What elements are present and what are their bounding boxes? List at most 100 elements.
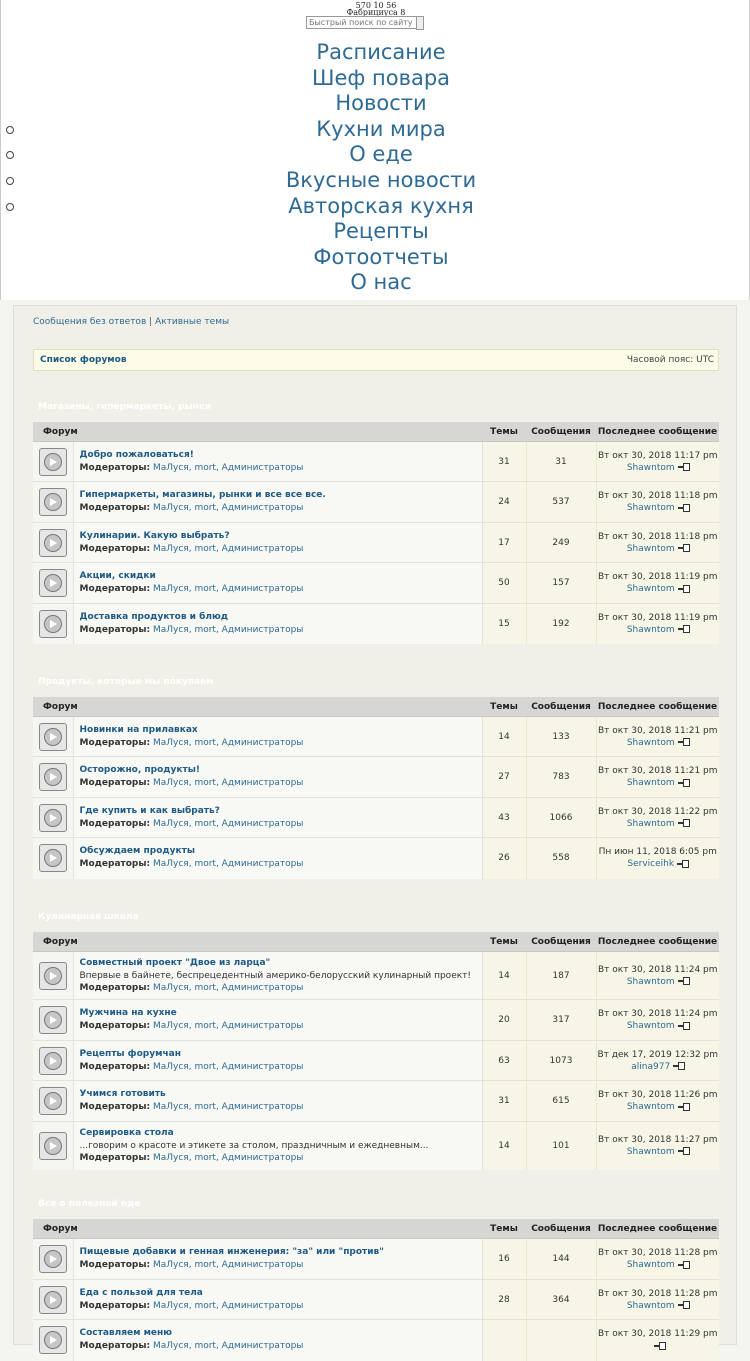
category-title[interactable]: Магазины, гипермаркеты, рынки [38, 402, 211, 412]
moderator-links[interactable]: МаЛуся, mort, Администраторы [153, 625, 303, 635]
moderators-label: Модераторы: [79, 982, 151, 993]
last-post-author[interactable]: Shawntom [627, 1021, 675, 1031]
nav-item[interactable]: Авторская кухня [1, 194, 750, 220]
site-search-button[interactable] [416, 16, 424, 30]
forum-link[interactable]: Акции, скидки [80, 570, 482, 583]
view-latest-post-icon[interactable] [677, 977, 690, 985]
view-latest-post-icon[interactable] [677, 544, 690, 552]
col-last-post: Последнее сообщение [596, 1219, 719, 1239]
moderator-links[interactable]: МаЛуся, mort, Администраторы [153, 544, 303, 554]
last-post-author[interactable]: Shawntom [627, 584, 675, 594]
last-post-author[interactable]: Shawntom [627, 463, 675, 473]
forum-list-link[interactable]: Список форумов [40, 355, 127, 365]
forum-link[interactable]: Сервировка стола [80, 1127, 482, 1140]
view-latest-post-icon[interactable] [677, 819, 690, 827]
moderator-links[interactable]: МаЛуся, mort, Администраторы [153, 1021, 303, 1031]
view-latest-post-icon[interactable] [677, 1102, 690, 1111]
forum-link[interactable]: Учимся готовить [80, 1088, 482, 1101]
category-title[interactable]: Кулинарная школа [38, 912, 139, 922]
last-post-author[interactable]: Shawntom [627, 1260, 675, 1270]
view-latest-post-icon[interactable] [653, 1341, 666, 1350]
moderator-links[interactable]: МаЛуся, mort, Администраторы [153, 1062, 303, 1072]
nav-item[interactable]: Шеф повара [1, 66, 750, 92]
forum-link[interactable]: Кулинарии. Какую выбрать? [80, 530, 482, 543]
last-post-author[interactable]: Serviceihk [627, 859, 674, 869]
view-latest-post-icon[interactable] [673, 1062, 686, 1070]
nav-item[interactable]: Расписание [1, 40, 750, 66]
moderator-links[interactable]: МаЛуся, mort, Администраторы [153, 819, 303, 829]
last-post-author[interactable]: Shawntom [627, 977, 675, 987]
moderator-links[interactable]: МаЛуся, mort, Администраторы [153, 1102, 303, 1112]
moderator-links[interactable]: МаЛуся, mort, Администраторы [153, 778, 303, 788]
topics-count: 17 [482, 522, 527, 563]
moderator-links[interactable]: МаЛуся, mort, Администраторы [153, 1301, 303, 1311]
nav-item[interactable]: Вкусные новости [1, 168, 750, 194]
moderators-label: Модераторы: [79, 1341, 151, 1352]
nav-item[interactable]: О нас [1, 270, 750, 296]
nav-item[interactable]: Рецепты [1, 219, 750, 245]
forum-status-icon [38, 803, 67, 832]
topics-count: 14 [482, 1121, 527, 1170]
moderator-links[interactable]: МаЛуся, mort, Администраторы [153, 503, 303, 513]
view-latest-post-icon[interactable] [677, 625, 690, 634]
moderator-links[interactable]: МаЛуся, mort, Администраторы [153, 463, 303, 473]
moderators-label: Модераторы: [79, 624, 151, 635]
moderator-links[interactable]: МаЛуся, mort, Администраторы [153, 859, 303, 869]
forum-link[interactable]: Рецепты форумчан [80, 1048, 482, 1061]
view-latest-post-icon[interactable] [677, 1260, 690, 1269]
forum-link[interactable]: Составляем меню [80, 1327, 482, 1340]
col-topics: Темы [482, 932, 526, 952]
forum-status-icon [38, 844, 67, 873]
forum-link[interactable]: Совместный проект "Двое из ларца" [80, 957, 482, 970]
last-post-author[interactable]: Shawntom [627, 778, 675, 788]
category-title[interactable]: Продукты, которые мы покупаем [38, 677, 214, 687]
view-latest-post-icon[interactable] [677, 584, 690, 593]
view-latest-post-icon[interactable] [677, 503, 690, 512]
forum-link[interactable]: Доставка продуктов и блюд [80, 611, 482, 624]
moderator-links[interactable]: МаЛуся, mort, Администраторы [153, 738, 303, 748]
last-post-author[interactable]: Shawntom [627, 503, 675, 513]
view-latest-post-icon[interactable] [677, 859, 690, 868]
view-latest-post-icon[interactable] [677, 1301, 690, 1309]
forum-link[interactable]: Осторожно, продукты! [80, 764, 482, 777]
forum-link[interactable]: Добро пожаловаться! [80, 449, 482, 462]
last-post-author[interactable]: Shawntom [627, 738, 675, 748]
view-latest-post-icon[interactable] [677, 463, 690, 471]
site-search-input[interactable] [306, 16, 420, 29]
topics-count: 14 [482, 716, 527, 757]
view-latest-post-icon[interactable] [677, 1147, 690, 1156]
last-post-author[interactable]: Shawntom [627, 625, 675, 635]
forum-link[interactable]: Пищевые добавки и генная инженерия: "за"… [80, 1246, 482, 1259]
active-topics-link[interactable]: Активные темы [155, 317, 229, 327]
view-latest-post-icon[interactable] [677, 1021, 690, 1030]
forum-table: Форум Темы Сообщения Последнее сообщение Пищ… [33, 1219, 719, 1361]
last-post-author[interactable]: Shawntom [627, 544, 675, 554]
forum-link[interactable]: Где купить и как выбрать? [80, 805, 482, 818]
nav-item[interactable]: Кухни мира [1, 117, 750, 143]
forum-link[interactable]: Гипермаркеты, магазины, рынки и все все … [80, 489, 482, 502]
forum-link[interactable]: Обсуждаем продукты [80, 845, 482, 858]
moderator-links[interactable]: МаЛуся, mort, Администраторы [153, 584, 303, 594]
view-latest-post-icon[interactable] [677, 778, 690, 787]
nav-item[interactable]: О еде [1, 142, 750, 168]
moderators-label: Модераторы: [79, 1300, 151, 1311]
forum-status-icon [38, 722, 67, 751]
nav-item[interactable]: Новости [1, 91, 750, 117]
category-title[interactable]: Все о полезной еде [38, 1199, 140, 1209]
last-post-author[interactable]: Shawntom [627, 1301, 675, 1311]
last-post-author[interactable]: Shawntom [627, 819, 675, 829]
moderator-links[interactable]: МаЛуся, mort, Администраторы [153, 1341, 303, 1351]
unanswered-link[interactable]: Сообщения без ответов [33, 317, 146, 327]
last-post-author[interactable]: alina977 [631, 1062, 670, 1072]
moderators-line: Модераторы: МаЛуся, mort, Администраторы [80, 502, 482, 515]
forum-link[interactable]: Мужчина на кухне [80, 1007, 482, 1020]
forum-link[interactable]: Еда с пользой для тела [80, 1287, 482, 1300]
last-post-author[interactable]: Shawntom [627, 1102, 675, 1112]
moderator-links[interactable]: МаЛуся, mort, Администраторы [153, 983, 303, 993]
last-post-author[interactable]: Shawntom [627, 1147, 675, 1157]
moderator-links[interactable]: МаЛуся, mort, Администраторы [153, 1260, 303, 1270]
nav-item[interactable]: Фотоотчеты [1, 245, 750, 271]
moderator-links[interactable]: МаЛуся, mort, Администраторы [153, 1153, 303, 1163]
forum-link[interactable]: Новинки на прилавках [80, 724, 482, 737]
view-latest-post-icon[interactable] [677, 738, 690, 746]
